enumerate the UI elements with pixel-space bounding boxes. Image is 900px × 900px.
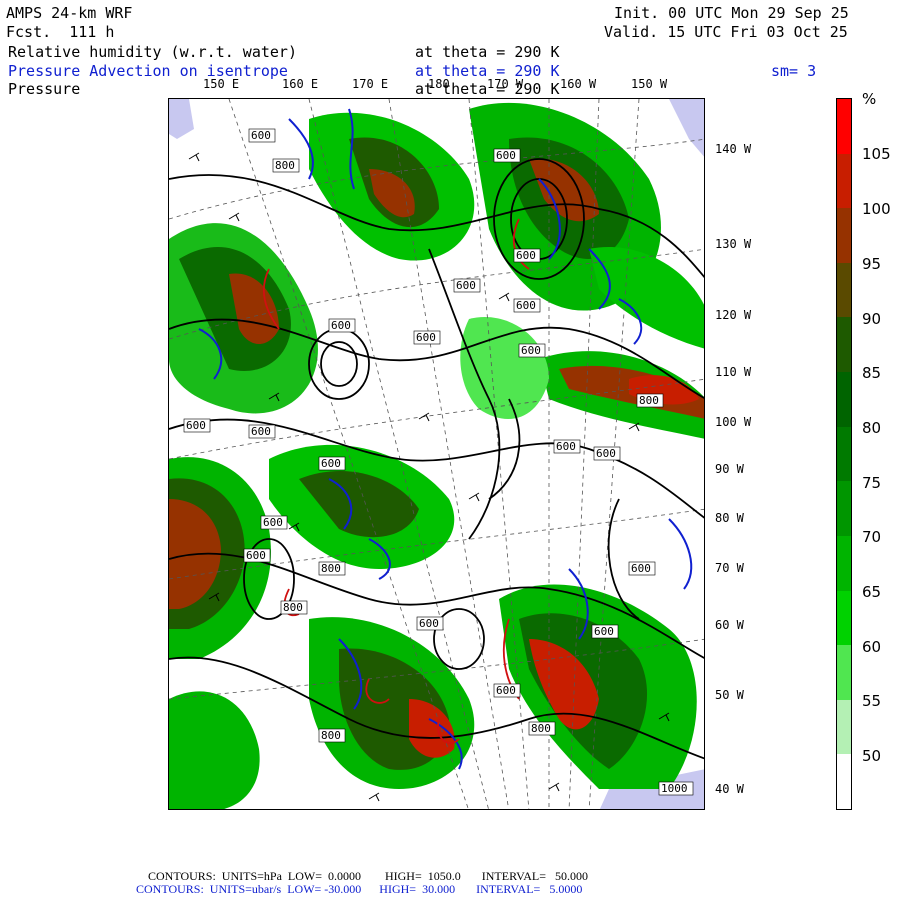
- colorbar-segment: [837, 645, 851, 701]
- contour-label: 600: [516, 299, 536, 312]
- field1-name: Relative humidity (w.r.t. water): [8, 43, 297, 61]
- contour-label: 600: [251, 129, 271, 142]
- contour-label: 600: [594, 625, 614, 638]
- field2-smoothing: sm= 3: [771, 62, 817, 80]
- meridian-label: 110 W: [715, 365, 752, 379]
- contour-label: 600: [521, 344, 541, 357]
- colorbar-label: 55: [862, 692, 882, 710]
- contour-label: 1000: [661, 782, 688, 795]
- colorbar-label: 70: [862, 528, 882, 546]
- colorbar-segment: [837, 372, 851, 428]
- colorbar: [836, 98, 852, 810]
- contour-label: 600: [516, 249, 536, 262]
- colorbar-segment: [837, 535, 851, 592]
- contour-label: 600: [331, 319, 351, 332]
- valid-time: Valid. 15 UTC Fri 03 Oct 25: [604, 23, 848, 41]
- contour-label: 600: [186, 419, 206, 432]
- colorbar-segment: [837, 481, 851, 537]
- lon-label: 180: [428, 77, 450, 91]
- contour-label: 800: [275, 159, 295, 172]
- contour-label: 600: [419, 617, 439, 630]
- field3-name: Pressure: [8, 80, 81, 98]
- forecast-hour: Fcst. 111 h: [6, 23, 115, 41]
- colorbar-segment: [837, 590, 851, 646]
- humidity-map-graphic: 600 800 600 600 600 600 600 600 600 600 …: [169, 99, 704, 809]
- meridian-label: 40 W: [715, 782, 744, 796]
- colorbar-segment: [837, 317, 851, 373]
- contour-label: 800: [639, 394, 659, 407]
- contour-label: 600: [321, 457, 341, 470]
- colorbar-segment: [837, 153, 851, 209]
- colorbar-label: 90: [862, 310, 882, 328]
- colorbar-segment: [837, 99, 851, 155]
- contour-label: 600: [251, 425, 271, 438]
- colorbar-label: 60: [862, 638, 882, 656]
- colorbar-segment: [837, 208, 851, 264]
- field2-name: Pressure Advection on isentrope: [8, 62, 288, 80]
- colorbar-segment: [837, 262, 851, 318]
- colorbar-label: 80: [862, 419, 882, 437]
- colorbar-segment: [837, 754, 851, 810]
- colorbar-label: 65: [862, 583, 882, 601]
- contour-label: 600: [596, 447, 616, 460]
- footer-advection-contours: CONTOURS: UNITS=ubar/s LOW= -30.000 HIGH…: [136, 882, 583, 896]
- meridian-label: 140 W: [715, 142, 752, 156]
- meridian-label: 60 W: [715, 618, 744, 632]
- meridian-label: 120 W: [715, 308, 752, 322]
- contour-label: 800: [531, 722, 551, 735]
- colorbar-segment: [837, 426, 851, 482]
- meridian-label: 80 W: [715, 511, 744, 525]
- meridian-label: 100 W: [715, 415, 752, 429]
- init-time: Init. 00 UTC Mon 29 Sep 25: [614, 4, 849, 22]
- contour-label: 600: [456, 279, 476, 292]
- field1-level: at theta = 290 K: [415, 43, 560, 61]
- contour-label: 600: [496, 149, 516, 162]
- contour-label: 800: [321, 729, 341, 742]
- lon-label: 150 W: [631, 77, 668, 91]
- colorbar-label: 105: [862, 145, 891, 163]
- contour-label: 600: [416, 331, 436, 344]
- contour-label: 600: [263, 516, 283, 529]
- lon-label: 150 E: [203, 77, 240, 91]
- lon-label: 160 W: [560, 77, 597, 91]
- contour-label: 600: [496, 684, 516, 697]
- colorbar-label: 100: [862, 200, 891, 218]
- meridian-label: 70 W: [715, 561, 744, 575]
- colorbar-label: 95: [862, 255, 882, 273]
- colorbar-label: 50: [862, 747, 882, 765]
- meridian-label: 90 W: [715, 462, 744, 476]
- colorbar-label: 75: [862, 474, 882, 492]
- meridian-label: 50 W: [715, 688, 744, 702]
- contour-label: 600: [246, 549, 266, 562]
- lon-label: 170 E: [352, 77, 389, 91]
- meridian-label: 130 W: [715, 237, 752, 251]
- contour-label: 800: [321, 562, 341, 575]
- lon-label: 160 E: [282, 77, 319, 91]
- contour-label: 600: [556, 440, 576, 453]
- lon-label: 170 W: [487, 77, 524, 91]
- map-panel: 600 800 600 600 600 600 600 600 600 600 …: [168, 98, 705, 810]
- colorbar-segment: [837, 699, 851, 755]
- colorbar-unit: %: [862, 90, 877, 108]
- contour-label: 800: [283, 601, 303, 614]
- colorbar-label: 85: [862, 364, 882, 382]
- contour-label: 600: [631, 562, 651, 575]
- model-title: AMPS 24-km WRF: [6, 4, 133, 22]
